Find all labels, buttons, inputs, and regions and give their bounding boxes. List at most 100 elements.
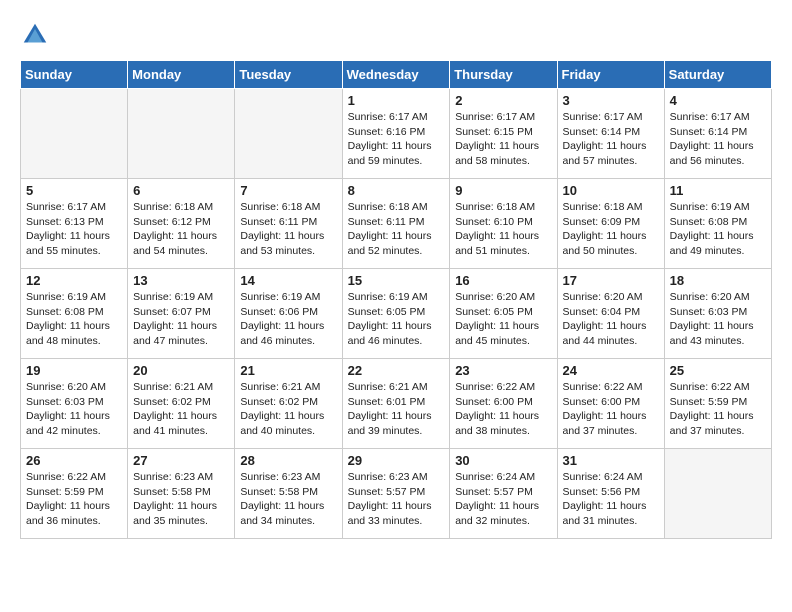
cell-daylight-info: Sunrise: 6:17 AMSunset: 6:13 PMDaylight:…	[26, 200, 122, 259]
day-number: 11	[670, 183, 766, 198]
cell-daylight-info: Sunrise: 6:20 AMSunset: 6:03 PMDaylight:…	[26, 380, 122, 439]
cell-daylight-info: Sunrise: 6:23 AMSunset: 5:58 PMDaylight:…	[133, 470, 229, 529]
day-number: 20	[133, 363, 229, 378]
calendar-cell: 10 Sunrise: 6:18 AMSunset: 6:09 PMDayligh…	[557, 179, 664, 269]
calendar-cell: 27 Sunrise: 6:23 AMSunset: 5:58 PMDayligh…	[128, 449, 235, 539]
calendar-cell: 11Sunrise: 6:19 AMSunset: 6:08 PMDayligh…	[664, 179, 771, 269]
cell-daylight-info: Sunrise: 6:21 AMSunset: 6:02 PMDaylight:…	[133, 380, 229, 439]
calendar-cell: 18Sunrise: 6:20 AMSunset: 6:03 PMDayligh…	[664, 269, 771, 359]
cell-daylight-info: Sunrise: 6:19 AMSunset: 6:07 PMDaylight:…	[133, 290, 229, 349]
day-number: 6	[133, 183, 229, 198]
day-number: 17	[563, 273, 659, 288]
day-number: 1	[348, 93, 445, 108]
calendar-cell: 5 Sunrise: 6:17 AMSunset: 6:13 PMDaylight…	[21, 179, 128, 269]
calendar-cell: 30 Sunrise: 6:24 AMSunset: 5:57 PMDayligh…	[450, 449, 557, 539]
cell-daylight-info: Sunrise: 6:19 AMSunset: 6:06 PMDaylight:…	[240, 290, 336, 349]
cell-daylight-info: Sunrise: 6:22 AMSunset: 6:00 PMDaylight:…	[563, 380, 659, 439]
calendar-cell: 26 Sunrise: 6:22 AMSunset: 5:59 PMDayligh…	[21, 449, 128, 539]
day-header-saturday: Saturday	[664, 61, 771, 89]
calendar-header-row: SundayMondayTuesdayWednesdayThursdayFrid…	[21, 61, 772, 89]
cell-daylight-info: Sunrise: 6:20 AMSunset: 6:04 PMDaylight:…	[563, 290, 659, 349]
calendar-cell: 31 Sunrise: 6:24 AMSunset: 5:56 PMDayligh…	[557, 449, 664, 539]
day-header-friday: Friday	[557, 61, 664, 89]
day-number: 14	[240, 273, 336, 288]
day-header-sunday: Sunday	[21, 61, 128, 89]
week-row-2: 5 Sunrise: 6:17 AMSunset: 6:13 PMDaylight…	[21, 179, 772, 269]
cell-daylight-info: Sunrise: 6:18 AMSunset: 6:11 PMDaylight:…	[348, 200, 445, 259]
day-number: 27	[133, 453, 229, 468]
day-number: 19	[26, 363, 122, 378]
day-number: 13	[133, 273, 229, 288]
calendar-cell: 13 Sunrise: 6:19 AMSunset: 6:07 PMDayligh…	[128, 269, 235, 359]
week-row-3: 12 Sunrise: 6:19 AMSunset: 6:08 PMDayligh…	[21, 269, 772, 359]
day-number: 3	[563, 93, 659, 108]
cell-daylight-info: Sunrise: 6:20 AMSunset: 6:05 PMDaylight:…	[455, 290, 551, 349]
day-number: 26	[26, 453, 122, 468]
calendar-cell: 20 Sunrise: 6:21 AMSunset: 6:02 PMDayligh…	[128, 359, 235, 449]
cell-daylight-info: Sunrise: 6:24 AMSunset: 5:57 PMDaylight:…	[455, 470, 551, 529]
calendar-cell: 16 Sunrise: 6:20 AMSunset: 6:05 PMDayligh…	[450, 269, 557, 359]
calendar-table: SundayMondayTuesdayWednesdayThursdayFrid…	[20, 60, 772, 539]
week-row-1: 1 Sunrise: 6:17 AMSunset: 6:16 PMDaylight…	[21, 89, 772, 179]
calendar-cell: 25 Sunrise: 6:22 AMSunset: 5:59 PMDayligh…	[664, 359, 771, 449]
logo	[20, 20, 54, 50]
cell-daylight-info: Sunrise: 6:18 AMSunset: 6:09 PMDaylight:…	[563, 200, 659, 259]
day-header-thursday: Thursday	[450, 61, 557, 89]
cell-daylight-info: Sunrise: 6:21 AMSunset: 6:02 PMDaylight:…	[240, 380, 336, 439]
calendar-cell	[235, 89, 342, 179]
calendar-cell: 14 Sunrise: 6:19 AMSunset: 6:06 PMDayligh…	[235, 269, 342, 359]
day-number: 24	[563, 363, 659, 378]
day-number: 30	[455, 453, 551, 468]
calendar-cell	[21, 89, 128, 179]
cell-daylight-info: Sunrise: 6:23 AMSunset: 5:57 PMDaylight:…	[348, 470, 445, 529]
day-number: 18	[670, 273, 766, 288]
cell-daylight-info: Sunrise: 6:18 AMSunset: 6:11 PMDaylight:…	[240, 200, 336, 259]
calendar-cell: 7Sunrise: 6:18 AMSunset: 6:11 PMDaylight…	[235, 179, 342, 269]
day-number: 21	[240, 363, 336, 378]
calendar-cell: 3 Sunrise: 6:17 AMSunset: 6:14 PMDaylight…	[557, 89, 664, 179]
calendar-cell: 4Sunrise: 6:17 AMSunset: 6:14 PMDaylight…	[664, 89, 771, 179]
calendar-cell	[128, 89, 235, 179]
calendar-cell: 15 Sunrise: 6:19 AMSunset: 6:05 PMDayligh…	[342, 269, 450, 359]
cell-daylight-info: Sunrise: 6:18 AMSunset: 6:12 PMDaylight:…	[133, 200, 229, 259]
calendar-cell: 24 Sunrise: 6:22 AMSunset: 6:00 PMDayligh…	[557, 359, 664, 449]
calendar-cell: 29 Sunrise: 6:23 AMSunset: 5:57 PMDayligh…	[342, 449, 450, 539]
day-number: 31	[563, 453, 659, 468]
calendar-cell: 23 Sunrise: 6:22 AMSunset: 6:00 PMDayligh…	[450, 359, 557, 449]
calendar-cell: 8 Sunrise: 6:18 AMSunset: 6:11 PMDaylight…	[342, 179, 450, 269]
cell-daylight-info: Sunrise: 6:22 AMSunset: 5:59 PMDaylight:…	[26, 470, 122, 529]
cell-daylight-info: Sunrise: 6:24 AMSunset: 5:56 PMDaylight:…	[563, 470, 659, 529]
calendar-cell: 17 Sunrise: 6:20 AMSunset: 6:04 PMDayligh…	[557, 269, 664, 359]
cell-daylight-info: Sunrise: 6:21 AMSunset: 6:01 PMDaylight:…	[348, 380, 445, 439]
cell-daylight-info: Sunrise: 6:22 AMSunset: 5:59 PMDaylight:…	[670, 380, 766, 439]
cell-daylight-info: Sunrise: 6:17 AMSunset: 6:14 PMDaylight:…	[670, 110, 766, 169]
calendar-cell: 22 Sunrise: 6:21 AMSunset: 6:01 PMDayligh…	[342, 359, 450, 449]
cell-daylight-info: Sunrise: 6:19 AMSunset: 6:08 PMDaylight:…	[26, 290, 122, 349]
cell-daylight-info: Sunrise: 6:19 AMSunset: 6:05 PMDaylight:…	[348, 290, 445, 349]
day-number: 29	[348, 453, 445, 468]
day-number: 2	[455, 93, 551, 108]
day-header-tuesday: Tuesday	[235, 61, 342, 89]
day-number: 8	[348, 183, 445, 198]
day-number: 25	[670, 363, 766, 378]
calendar-cell: 9Sunrise: 6:18 AMSunset: 6:10 PMDaylight…	[450, 179, 557, 269]
cell-daylight-info: Sunrise: 6:17 AMSunset: 6:14 PMDaylight:…	[563, 110, 659, 169]
calendar-cell: 2 Sunrise: 6:17 AMSunset: 6:15 PMDaylight…	[450, 89, 557, 179]
cell-daylight-info: Sunrise: 6:22 AMSunset: 6:00 PMDaylight:…	[455, 380, 551, 439]
day-number: 10	[563, 183, 659, 198]
day-number: 12	[26, 273, 122, 288]
day-number: 28	[240, 453, 336, 468]
day-number: 23	[455, 363, 551, 378]
week-row-5: 26 Sunrise: 6:22 AMSunset: 5:59 PMDayligh…	[21, 449, 772, 539]
calendar-cell: 21 Sunrise: 6:21 AMSunset: 6:02 PMDayligh…	[235, 359, 342, 449]
day-number: 15	[348, 273, 445, 288]
day-number: 22	[348, 363, 445, 378]
cell-daylight-info: Sunrise: 6:17 AMSunset: 6:15 PMDaylight:…	[455, 110, 551, 169]
page-header	[20, 20, 772, 50]
cell-daylight-info: Sunrise: 6:18 AMSunset: 6:10 PMDaylight:…	[455, 200, 551, 259]
cell-daylight-info: Sunrise: 6:23 AMSunset: 5:58 PMDaylight:…	[240, 470, 336, 529]
day-number: 5	[26, 183, 122, 198]
day-number: 16	[455, 273, 551, 288]
cell-daylight-info: Sunrise: 6:17 AMSunset: 6:16 PMDaylight:…	[348, 110, 445, 169]
calendar-cell: 19 Sunrise: 6:20 AMSunset: 6:03 PMDayligh…	[21, 359, 128, 449]
